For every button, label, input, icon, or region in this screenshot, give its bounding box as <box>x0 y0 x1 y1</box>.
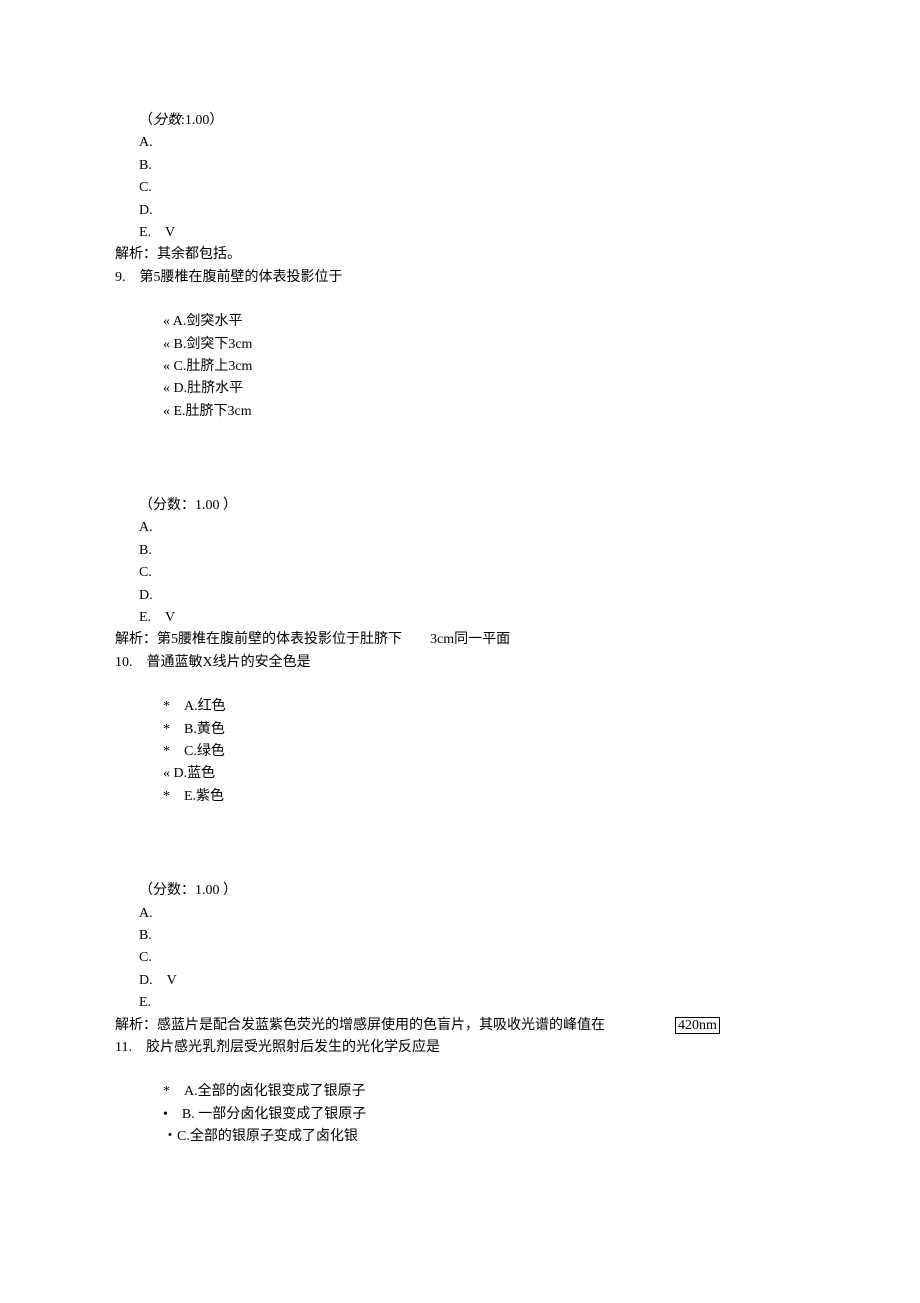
answer-option-b: B. <box>115 540 805 562</box>
q9-option-b: « B.剑突下3cm <box>115 334 805 356</box>
score-word: 分数 <box>153 113 181 128</box>
answer-option-d: D. <box>115 200 805 222</box>
explain-pre: 解析：感蓝片是配合发蓝紫色荧光的增感屏使用的色盲片，其吸收光谱的峰值在 <box>115 1018 605 1033</box>
spacer <box>115 289 805 311</box>
bracket: （ <box>139 113 153 128</box>
spacer <box>115 1059 805 1081</box>
score-line: （分数：1.00 ） <box>115 880 805 902</box>
answer-option-e: E. V <box>115 222 805 244</box>
answer-option-d: D. <box>115 585 805 607</box>
question-10: 10. 普通蓝敏X线片的安全色是 <box>115 652 805 674</box>
q9-option-d: « D.肚脐水平 <box>115 378 805 400</box>
q10-option-b: * B.黄色 <box>115 719 805 741</box>
q9-option-c: « C.肚脐上3cm <box>115 356 805 378</box>
q11-option-c: ・C.全部的银原子变成了卤化银 <box>115 1126 805 1148</box>
q10-option-e: * E.紫色 <box>115 786 805 808</box>
question-text: 普通蓝敏X线片的安全色是 <box>147 655 311 670</box>
answer-option-c: C. <box>115 562 805 584</box>
question-11: 11. 胶片感光乳剂层受光照射后发生的光化学反应是 <box>115 1037 805 1059</box>
question-number: 11. <box>115 1040 132 1055</box>
answer-option-b: B. <box>115 925 805 947</box>
spacer <box>115 423 805 495</box>
document-page: （分数:1.00） A. B. C. D. E. V 解析：其余都包括。 9. … <box>0 0 920 1208</box>
answer-option-c: C. <box>115 947 805 969</box>
answer-option-a: A. <box>115 903 805 925</box>
q10-option-d: « D.蓝色 <box>115 763 805 785</box>
answer-option-a: A. <box>115 132 805 154</box>
explanation-text: 解析：感蓝片是配合发蓝紫色荧光的增感屏使用的色盲片，其吸收光谱的峰值在 420n… <box>115 1015 805 1037</box>
answer-option-d: D. V <box>115 970 805 992</box>
explain-post: 3cm同一平面 <box>430 632 510 647</box>
explain-pre: 解析：第5腰椎在腹前壁的体表投影位于肚脐下 <box>115 632 402 647</box>
question-text: 第5腰椎在腹前壁的体表投影位于 <box>140 270 343 285</box>
answer-option-a: A. <box>115 517 805 539</box>
explanation-text: 解析：其余都包括。 <box>115 244 805 266</box>
answer-option-e: E. <box>115 992 805 1014</box>
answer-option-e: E. V <box>115 607 805 629</box>
score-value: :1.00） <box>181 113 223 128</box>
q10-option-c: * C.绿色 <box>115 741 805 763</box>
question-text: 胶片感光乳剂层受光照射后发生的光化学反应是 <box>146 1040 440 1055</box>
spacer <box>115 808 805 880</box>
question-9: 9. 第5腰椎在腹前壁的体表投影位于 <box>115 267 805 289</box>
q9-option-a: « A.剑突水平 <box>115 311 805 333</box>
q10-option-a: * A.红色 <box>115 696 805 718</box>
question-number: 10. <box>115 655 133 670</box>
explanation-text: 解析：第5腰椎在腹前壁的体表投影位于肚脐下 3cm同一平面 <box>115 629 805 651</box>
score-line: （分数：1.00 ） <box>115 495 805 517</box>
question-number: 9. <box>115 270 126 285</box>
q11-option-a: * A.全部的卤化银变成了银原子 <box>115 1081 805 1103</box>
answer-option-c: C. <box>115 177 805 199</box>
spacer <box>115 674 805 696</box>
q11-option-b: • B. 一部分卤化银变成了银原子 <box>115 1104 805 1126</box>
q9-option-e: « E.肚脐下3cm <box>115 401 805 423</box>
highlighted-value: 420nm <box>675 1017 720 1034</box>
score-line: （分数:1.00） <box>115 110 805 132</box>
answer-option-b: B. <box>115 155 805 177</box>
